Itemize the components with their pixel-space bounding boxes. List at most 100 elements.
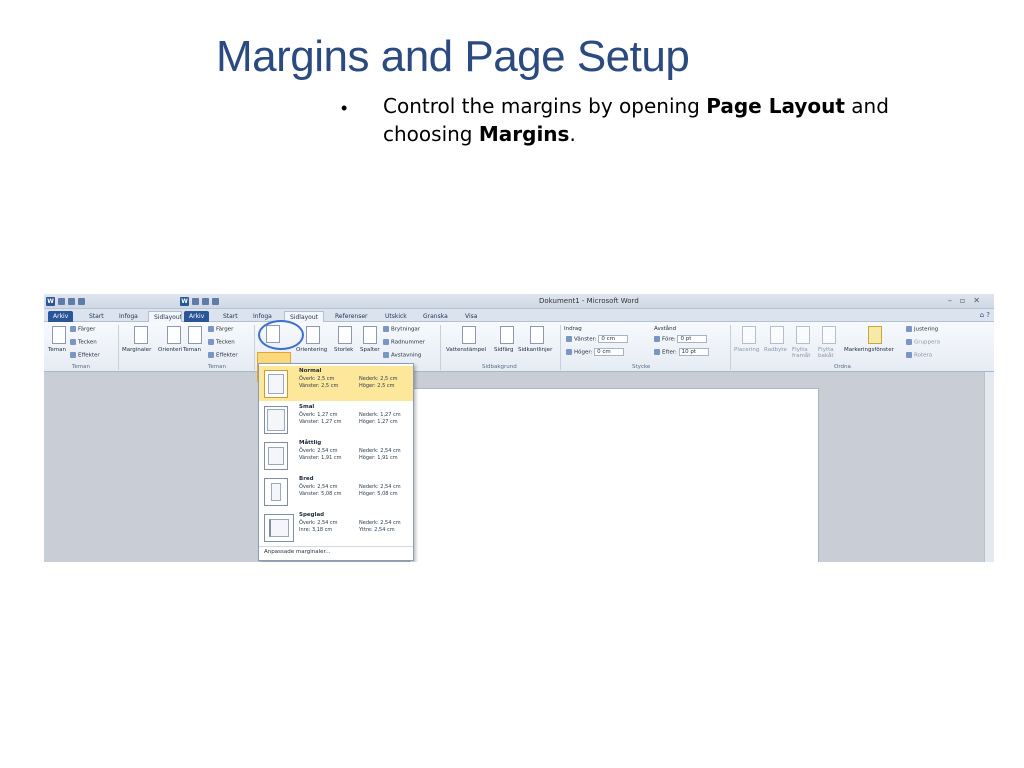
undo-icon[interactable] <box>68 298 75 305</box>
orientering-short-button[interactable]: Orientering <box>158 347 182 353</box>
redo-icon[interactable] <box>78 298 85 305</box>
undo-icon[interactable] <box>202 298 209 305</box>
margin-option-mattlig[interactable]: Måttlig Överk: 2,54 cm Nederk: 2,54 cm V… <box>259 438 413 473</box>
margin-option-speglad[interactable]: Speglad Överk: 2,54 cm Nederk: 2,54 cm I… <box>259 510 413 545</box>
custom-margins-option[interactable]: Anpassade marginaler... <box>264 549 331 555</box>
effekter-button[interactable]: Effekter <box>70 352 100 359</box>
send-backward-icon[interactable] <box>822 326 836 344</box>
margin-right-value: Höger: 5,08 cm <box>359 491 398 497</box>
margin-option-smal[interactable]: Smal Överk: 1,27 cm Nederk: 1,27 cm Väns… <box>259 402 413 437</box>
wrap-text-icon[interactable] <box>770 326 784 344</box>
tab-referenser[interactable]: Referenser <box>330 311 373 322</box>
tab-granska[interactable]: Granska <box>418 311 453 322</box>
spacing-after-icon <box>654 349 660 355</box>
save-icon[interactable] <box>192 298 199 305</box>
radbyte-button[interactable]: Radbyte <box>764 347 787 353</box>
margin-option-row: Vänster: 1,91 cm <box>299 455 342 461</box>
margin-right-value: Höger: 1,27 cm <box>359 419 398 425</box>
tab-start[interactable]: Start <box>218 311 243 322</box>
themes-icon[interactable] <box>188 326 202 344</box>
effekter-label: Effekter <box>78 352 100 359</box>
indent-right: Höger: 0 cm <box>566 348 625 356</box>
tab-arkiv[interactable]: Arkiv <box>48 311 74 322</box>
spalter-button[interactable]: Spalter <box>360 347 380 353</box>
vattenstampel-button[interactable]: Vattenstämpel <box>446 347 486 353</box>
margin-option-row: Yttre: 2,54 cm <box>359 527 395 533</box>
page-borders-icon[interactable] <box>530 326 544 344</box>
word-logo-icon: W <box>180 297 189 306</box>
watermark-icon[interactable] <box>462 326 476 344</box>
vertical-scrollbar[interactable] <box>984 372 994 562</box>
gruppera-button[interactable]: Gruppera <box>906 339 940 346</box>
quick-access-toolbar-left: W <box>46 297 85 306</box>
bullet-text: Control the margins by opening Page Layo… <box>383 92 943 148</box>
margin-left-value: Vänster: 1,27 cm <box>299 419 342 425</box>
flytta-fram-button[interactable]: Flytta framåt <box>792 347 816 359</box>
margin-option-normal[interactable]: Normal Överk: 2,5 cm Nederk: 2,5 cm Väns… <box>259 366 413 401</box>
margin-option-name: Smal <box>299 404 315 410</box>
avstand-label: Avstånd <box>654 326 677 332</box>
radnummer-button[interactable]: Radnummer <box>383 339 425 346</box>
bullet-text-part: . <box>569 122 576 146</box>
bring-forward-icon[interactable] <box>796 326 810 344</box>
brytningar-label: Brytningar <box>391 326 421 333</box>
margin-preview-icon <box>264 406 288 434</box>
avstavning-button[interactable]: Avstavning <box>383 352 421 359</box>
title-bar: W W Dokument1 - Microsoft Word –▫✕ <box>44 294 994 309</box>
tab-start[interactable]: Start <box>84 311 109 322</box>
effekter-button[interactable]: Effekter <box>208 352 238 359</box>
tecken-button[interactable]: Tecken <box>208 339 235 346</box>
radnummer-label: Radnummer <box>391 339 425 346</box>
orientering-button[interactable]: Orientering <box>296 347 327 353</box>
tab-sidlayout[interactable]: Sidlayout <box>148 311 182 322</box>
sidkantlinjer-button[interactable]: Sidkantlinjer <box>518 347 552 353</box>
redo-icon[interactable] <box>212 298 219 305</box>
themes-icon[interactable] <box>52 326 66 344</box>
rotera-button[interactable]: Rotera <box>906 352 932 359</box>
teman-button[interactable]: Teman <box>183 347 201 353</box>
spacing-after: Efter: 10 pt <box>654 348 709 356</box>
placering-button[interactable]: Placering <box>734 347 759 353</box>
flytta-bak-button[interactable]: Flytta bakåt <box>818 347 842 359</box>
farger-button[interactable]: Färger <box>208 326 233 333</box>
bullet-bold-margins: Margins <box>478 122 570 146</box>
sidfarg-button[interactable]: Sidfärg <box>494 347 513 353</box>
margins-icon[interactable] <box>134 326 148 344</box>
margin-right-value: Höger: 2,5 cm <box>359 383 395 389</box>
position-icon[interactable] <box>742 326 756 344</box>
document-page[interactable] <box>409 388 819 562</box>
brytningar-button[interactable]: Brytningar <box>383 326 420 333</box>
margin-option-row: Nederk: 2,5 cm <box>359 376 397 382</box>
columns-icon[interactable] <box>363 326 377 344</box>
justering-label: Justering <box>914 326 939 333</box>
margin-preview-icon <box>264 478 288 506</box>
save-icon[interactable] <box>58 298 65 305</box>
orientation-icon[interactable] <box>167 326 181 344</box>
indent-right-input[interactable]: 0 cm <box>594 348 625 356</box>
page-color-icon[interactable] <box>500 326 514 344</box>
justering-button[interactable]: Justering <box>906 326 938 333</box>
tab-utskick[interactable]: Utskick <box>380 311 412 322</box>
teman-button[interactable]: Teman <box>48 347 66 353</box>
margin-option-row: Överk: 2,54 cm <box>299 520 338 526</box>
spacing-before-input[interactable]: 0 pt <box>677 335 708 343</box>
selection-pane-icon[interactable] <box>868 326 882 344</box>
help-icon[interactable]: ⌂ ? <box>980 311 990 319</box>
indent-left-input[interactable]: 0 cm <box>598 335 629 343</box>
orientation-icon[interactable] <box>306 326 320 344</box>
size-icon[interactable] <box>338 326 352 344</box>
tab-infoga[interactable]: Infoga <box>114 311 143 322</box>
markeringsfonster-button[interactable]: Markeringsfönster <box>844 347 894 353</box>
marginaler-button[interactable]: Marginaler <box>122 347 151 353</box>
spacing-after-input[interactable]: 10 pt <box>678 348 709 356</box>
storlek-button[interactable]: Storlek <box>334 347 353 353</box>
margin-option-bred[interactable]: Bred Överk: 2,54 cm Nederk: 2,54 cm Väns… <box>259 474 413 509</box>
farger-button[interactable]: Färger <box>70 326 95 333</box>
margin-outer-value: Yttre: 2,54 cm <box>359 527 395 533</box>
align-icon <box>906 326 912 332</box>
window-controls[interactable]: –▫✕ <box>948 296 988 305</box>
margin-option-row: Nederk: 2,54 cm <box>359 448 401 454</box>
tab-visa[interactable]: Visa <box>460 311 482 322</box>
tab-arkiv[interactable]: Arkiv <box>184 311 210 322</box>
tecken-button[interactable]: Tecken <box>70 339 97 346</box>
